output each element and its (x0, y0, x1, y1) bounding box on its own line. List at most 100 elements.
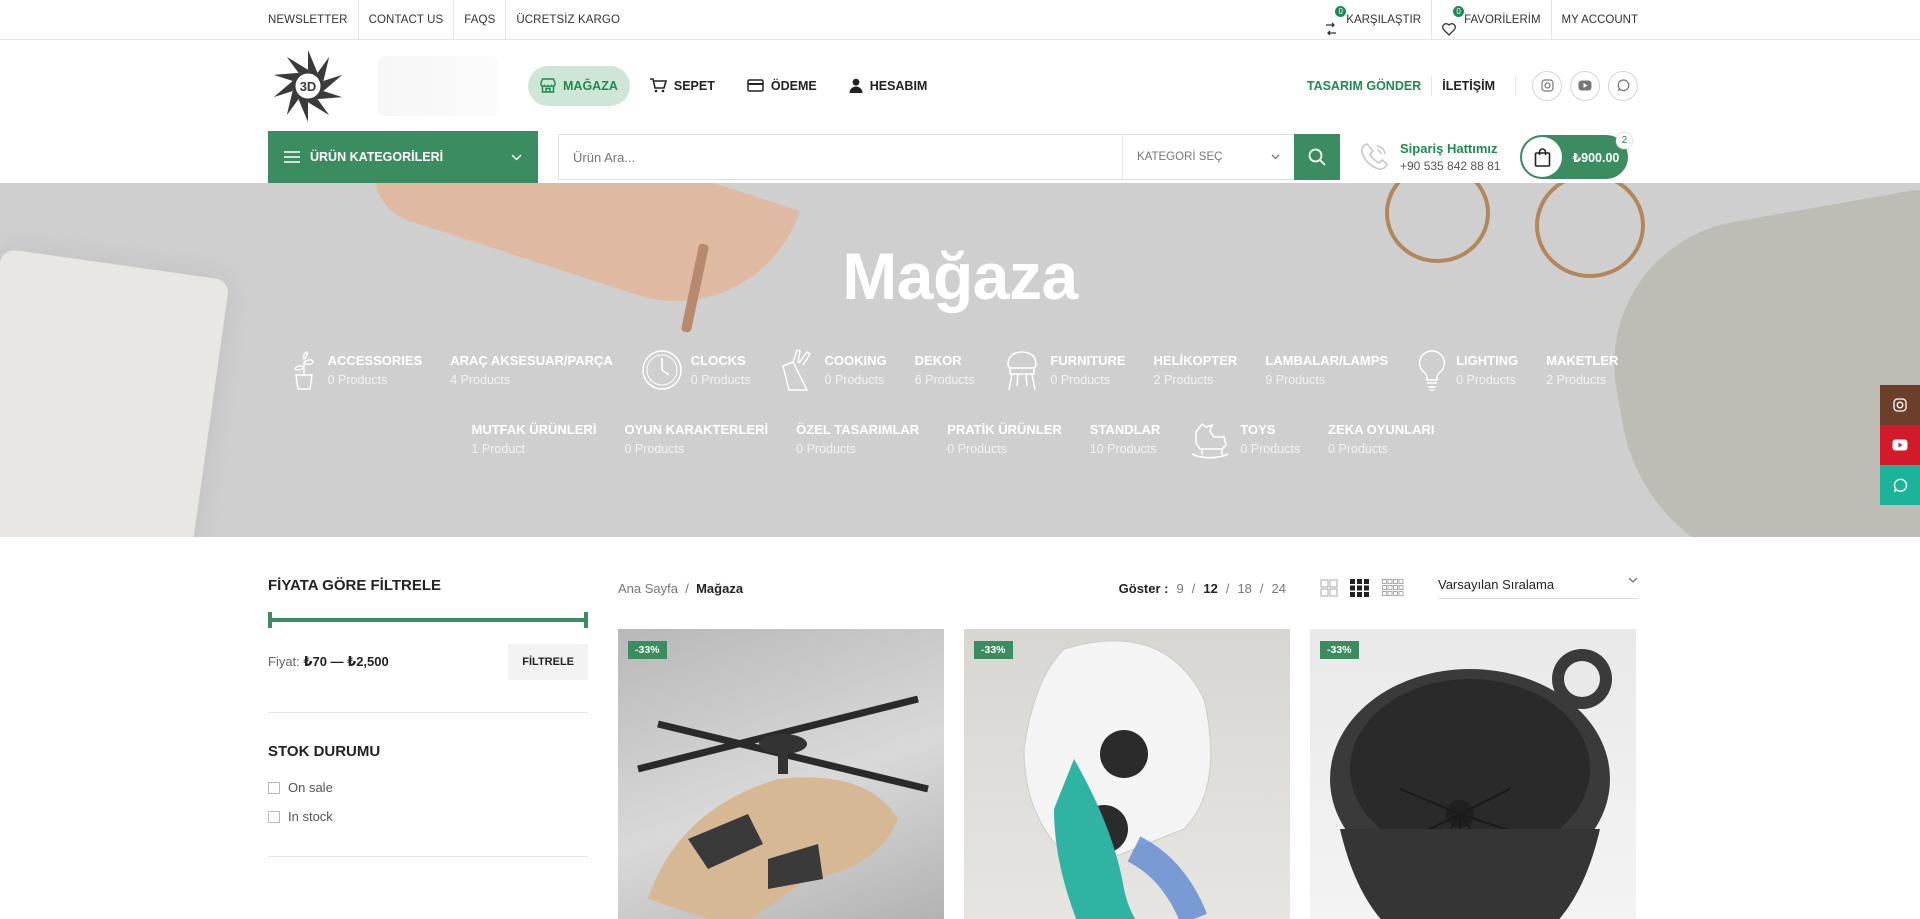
on-sale-checkbox[interactable]: On sale (268, 780, 588, 795)
nav-cart[interactable]: SEPET (638, 66, 727, 106)
grid-3-icon[interactable] (1350, 579, 1370, 597)
per-page-option-9[interactable]: 9 (1176, 581, 1183, 596)
category-count: 0 Products (690, 373, 751, 387)
price-slider-max-handle[interactable] (584, 612, 588, 628)
breadcrumb-separator: / (681, 580, 693, 596)
search-input[interactable] (559, 135, 1122, 179)
price-slider[interactable] (268, 612, 588, 628)
my-account-link[interactable]: MY ACCOUNT (1550, 0, 1638, 40)
nav-account-label: HESABIM (869, 78, 928, 93)
product-categories-label: ÜRÜN KATEGORİLERİ (310, 150, 444, 164)
category-toys[interactable]: TOYS 0 Products (1188, 418, 1300, 460)
compare-link[interactable]: 0 KARŞILAŞTIR (1314, 0, 1431, 40)
site-logo[interactable]: 3D (268, 46, 348, 126)
category-helicopter[interactable]: HELİKOPTER 2 Products (1154, 348, 1238, 392)
hotline-number[interactable]: +90 535 842 88 81 (1400, 159, 1500, 173)
faqs-link[interactable]: FAQS (454, 0, 507, 40)
category-count: 10 Products (1089, 442, 1157, 456)
category-name: LAMBALAR/LAMPS (1265, 353, 1389, 368)
bulb-icon (1418, 350, 1446, 391)
product-categories-button[interactable]: ÜRÜN KATEGORİLERİ (268, 131, 538, 183)
category-count: 9 Products (1265, 373, 1326, 387)
whatsapp-icon[interactable] (1608, 70, 1638, 101)
category-custom-designs[interactable]: ÖZEL TASARIMLAR 0 Products (796, 418, 919, 460)
breadcrumb-home[interactable]: Ana Sayfa (618, 581, 678, 596)
price-slider-min-handle[interactable] (268, 612, 272, 628)
search-button[interactable] (1294, 134, 1340, 180)
cart-count-badge: 2 (1616, 133, 1633, 149)
chevron-down-icon (1271, 154, 1280, 160)
sort-label: Varsayılan Sıralama (1438, 577, 1555, 592)
logo-wordmark (378, 55, 498, 116)
category-practical[interactable]: PRATİK ÜRÜNLER 0 Products (947, 418, 1062, 460)
price-range-text: Fiyat: ₺70 — ₺2,500 (268, 654, 389, 670)
per-page-option-18[interactable]: 18 (1237, 581, 1251, 596)
category-name: CLOCKS (690, 353, 746, 368)
category-kitchen[interactable]: MUTFAK ÜRÜNLERİ 1 Product (472, 418, 597, 460)
category-vehicle-parts[interactable]: ARAÇ AKSESUAR/PARÇA 4 Products (450, 348, 613, 392)
category-cooking[interactable]: COOKING 0 Products (779, 348, 887, 392)
instagram-icon[interactable] (1880, 385, 1920, 425)
contact-link[interactable]: İLETİŞİM (1432, 75, 1516, 96)
category-row: MUTFAK ÜRÜNLERİ 1 Product OYUN KARAKTERLE… (268, 418, 1638, 460)
newsletter-link[interactable]: NEWSLETTER (268, 0, 359, 40)
grid-4-icon[interactable] (1382, 579, 1404, 597)
nav-checkout[interactable]: ÖDEME (735, 66, 829, 106)
category-name: PRATİK ÜRÜNLER (947, 422, 1062, 437)
show-label: Göster : (1118, 580, 1169, 596)
category-game-characters[interactable]: OYUN KARAKTERLERİ 0 Products (624, 418, 768, 460)
free-shipping-link[interactable]: ÜCRETSİZ KARGO (506, 0, 630, 40)
product-card[interactable]: -33% (618, 629, 944, 919)
user-icon (849, 78, 863, 93)
category-lamps[interactable]: LAMBALAR/LAMPS 9 Products (1265, 348, 1388, 392)
category-stands[interactable]: STANDLAR 10 Products (1090, 418, 1161, 460)
header-cart[interactable]: ₺900.00 2 (1520, 133, 1633, 179)
category-decor[interactable]: DEKOR 6 Products (915, 348, 975, 392)
category-models[interactable]: MAKETLER 2 Products (1546, 348, 1618, 392)
product-card[interactable]: -33% (1310, 629, 1636, 919)
logo-text: 3D (300, 79, 317, 94)
favorites-link[interactable]: 0 FAVORİLERİM (1431, 0, 1550, 40)
grid-2-icon[interactable] (1320, 579, 1338, 597)
in-stock-checkbox[interactable]: In stock (268, 809, 588, 824)
category-count: 2 Products (1153, 373, 1214, 387)
per-page-option-12[interactable]: 12 (1203, 581, 1217, 596)
main-nav: MAĞAZA SEPET ÖDEME HESABIM (528, 65, 940, 106)
header-right: TASARIM GÖNDER İLETİŞİM (1297, 70, 1638, 101)
product-card[interactable]: -33% (964, 629, 1290, 919)
category-name: FURNITURE (1050, 353, 1126, 368)
category-accessories[interactable]: ACCESSORIES 0 Products (288, 348, 422, 392)
nav-store[interactable]: MAĞAZA (528, 65, 630, 106)
phone-icon (1361, 143, 1388, 170)
category-clocks[interactable]: CLOCKS 0 Products (641, 348, 751, 392)
category-furniture[interactable]: FURNITURE 0 Products (1002, 348, 1126, 392)
sort-select[interactable]: Varsayılan Sıralama (1438, 577, 1638, 599)
grid-switcher (1320, 579, 1404, 597)
filter-button[interactable]: FİLTRELE (508, 644, 588, 680)
category-count: 4 Products (450, 373, 510, 387)
instagram-icon[interactable] (1532, 70, 1562, 101)
category-name: ÖZEL TASARIMLAR (796, 422, 920, 437)
top-links: NEWSLETTER CONTACT US FAQS ÜCRETSİZ KARG… (268, 0, 630, 40)
floating-social-bar (1880, 385, 1920, 505)
category-lighting[interactable]: LIGHTING 0 Products (1416, 348, 1518, 392)
send-design-link[interactable]: TASARIM GÖNDER (1297, 75, 1433, 96)
category-name: MAKETLER (1546, 353, 1619, 368)
clock-icon (642, 350, 682, 390)
category-name: OYUN KARAKTERLERİ (624, 422, 769, 437)
per-page-option-24[interactable]: 24 (1272, 581, 1286, 596)
category-puzzles[interactable]: ZEKA OYUNLARI 0 Products (1328, 418, 1434, 460)
breadcrumb-current: Mağaza (696, 580, 744, 596)
category-count: 0 Products (824, 373, 885, 387)
nav-account[interactable]: HESABIM (837, 66, 940, 106)
category-name: ZEKA OYUNLARI (1328, 422, 1435, 437)
contact-us-link[interactable]: CONTACT US (359, 0, 455, 40)
whatsapp-icon[interactable] (1880, 465, 1920, 505)
youtube-icon[interactable] (1880, 425, 1920, 465)
category-select[interactable]: KATEGORİ SEÇ (1122, 135, 1294, 179)
category-count: 0 Products (1240, 442, 1301, 456)
category-name: LIGHTING (1456, 353, 1519, 368)
youtube-icon[interactable] (1570, 70, 1600, 101)
category-name: STANDLAR (1089, 422, 1161, 437)
category-name: TOYS (1240, 422, 1276, 437)
